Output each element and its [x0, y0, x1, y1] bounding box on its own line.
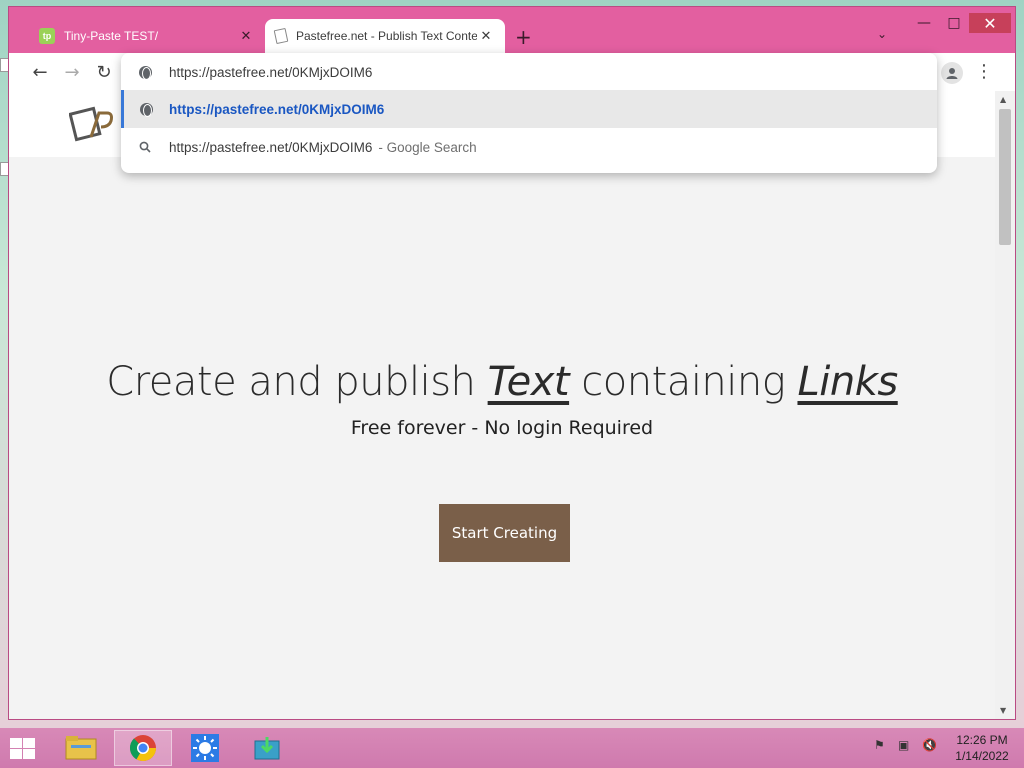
clock-date: 1/14/2022: [955, 749, 1009, 763]
new-tab-button[interactable]: +: [515, 25, 532, 49]
tab-search-chevron-icon[interactable]: ⌄: [877, 27, 887, 41]
start-windows-icon[interactable]: [8, 736, 38, 760]
hero-title: Create and publish Text containing Links: [9, 359, 995, 405]
system-clock[interactable]: 12:26 PM 1/14/2022: [946, 732, 1018, 764]
download-app-icon[interactable]: [238, 730, 296, 766]
forward-arrow-icon[interactable]: →: [61, 61, 83, 83]
address-bar-text: https://pastefree.net/0KMjxDOIM6: [169, 64, 373, 80]
suggestion-suffix: - Google Search: [378, 139, 477, 155]
file-explorer-icon[interactable]: [52, 730, 110, 766]
tab-strip: tp Tiny-Paste TEST/ ✕ Pastefree.net - Pu…: [9, 7, 1015, 53]
omnibox-suggestion-url[interactable]: https://pastefree.net/0KMjxDOIM6: [121, 90, 937, 128]
reload-icon[interactable]: ↻: [93, 61, 115, 83]
omnibox-suggestion-search[interactable]: https://pastefree.net/0KMjxDOIM6 - Googl…: [121, 128, 937, 166]
address-bar-input[interactable]: https://pastefree.net/0KMjxDOIM6: [121, 53, 937, 91]
chrome-taskbar-icon[interactable]: [114, 730, 172, 766]
suggestion-text: https://pastefree.net/0KMjxDOIM6: [169, 139, 373, 155]
suggestion-text: https://pastefree.net/0KMjxDOIM6: [169, 101, 385, 117]
hero-title-part: Create and publish: [106, 359, 488, 405]
site-logo[interactable]: [68, 103, 121, 145]
globe-icon: [140, 102, 153, 117]
tab-tiny-paste[interactable]: tp Tiny-Paste TEST/ ✕: [29, 19, 265, 53]
tab-pastefree[interactable]: Pastefree.net - Publish Text Conte ✕: [265, 19, 505, 53]
omnibox-dropdown: https://pastefree.net/0KMjxDOIM6 https:/…: [121, 53, 937, 173]
page-viewport: Create and publish Text containing Links…: [9, 91, 995, 719]
scroll-up-arrow-icon[interactable]: ▲: [1000, 95, 1006, 104]
tab-title: Pastefree.net - Publish Text Conte: [296, 29, 477, 43]
scroll-down-arrow-icon[interactable]: ▼: [1000, 706, 1006, 715]
back-arrow-icon[interactable]: ←: [29, 61, 51, 83]
hero-subtitle: Free forever - No login Required: [350, 417, 654, 439]
tiny-paste-favicon-icon: tp: [39, 28, 55, 44]
settings-sun-icon[interactable]: [176, 730, 234, 766]
scroll-thumb[interactable]: [999, 109, 1011, 245]
taskbar: ⚑ ▣ 🔇 12:26 PM 1/14/2022: [0, 728, 1024, 768]
search-icon: [139, 141, 151, 153]
page-scrollbar[interactable]: ▲ ▼: [995, 91, 1015, 719]
maximize-button[interactable]: □: [939, 13, 969, 33]
browser-menu-icon[interactable]: ⋮: [975, 61, 993, 82]
profile-avatar-icon[interactable]: [941, 62, 963, 84]
window-close-button[interactable]: ✕: [969, 13, 1011, 33]
page-favicon-icon: [273, 27, 289, 45]
hero-title-emphasis: Text: [487, 359, 570, 405]
tab-close-icon[interactable]: ✕: [237, 28, 255, 44]
volume-muted-icon[interactable]: 🔇: [922, 738, 937, 752]
clock-time: 12:26 PM: [956, 733, 1008, 747]
action-center-flag-icon[interactable]: ⚑: [874, 738, 885, 752]
tab-title: Tiny-Paste TEST/: [64, 29, 159, 43]
globe-icon: [138, 65, 152, 80]
start-creating-button[interactable]: Start Creating: [439, 504, 570, 562]
tab-close-icon[interactable]: ✕: [477, 28, 495, 44]
hero-title-emphasis: Links: [797, 359, 898, 405]
network-icon[interactable]: ▣: [898, 738, 909, 752]
hero-title-part: containing: [569, 359, 798, 405]
minimize-button[interactable]: —: [909, 13, 939, 33]
browser-window: tp Tiny-Paste TEST/ ✕ Pastefree.net - Pu…: [8, 6, 1016, 720]
